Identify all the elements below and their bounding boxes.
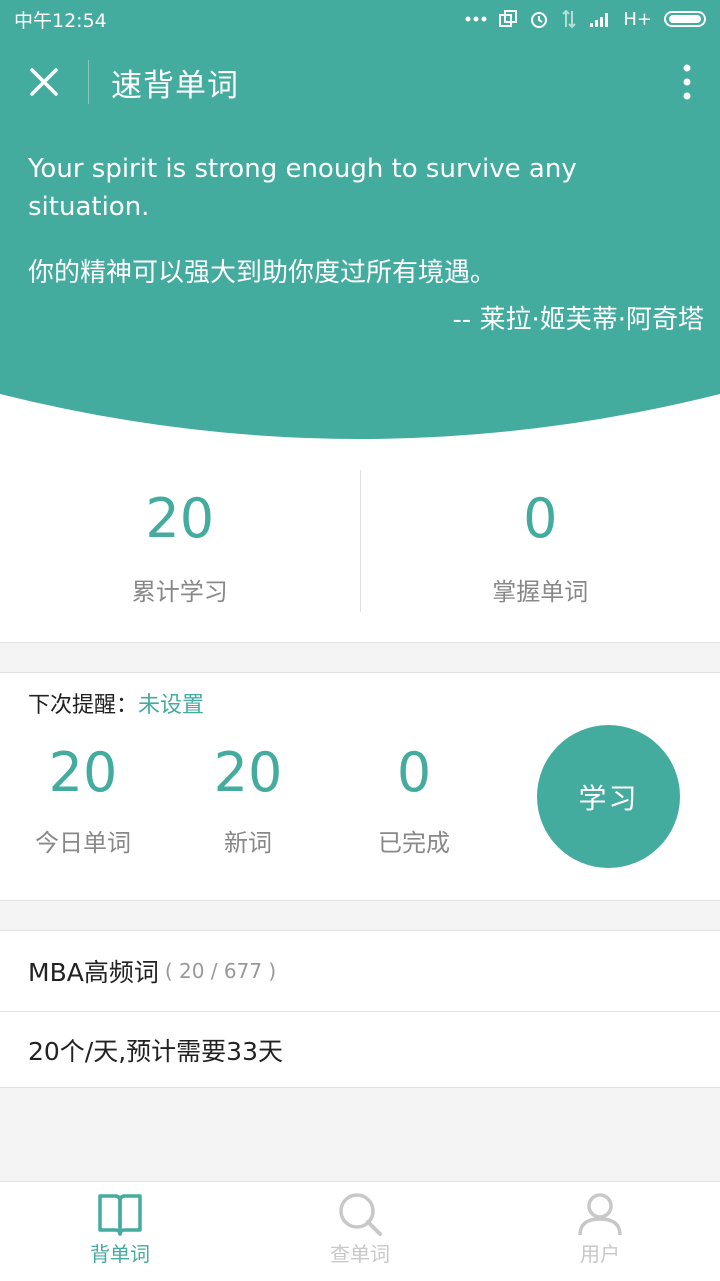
reminder-label: 下次提醒：	[28, 693, 138, 718]
word-book-row[interactable]: MBA高频词 ( 20 / 677 )	[0, 931, 720, 1011]
plan-new-words: 20 新词	[178, 741, 318, 858]
user-icon	[577, 1192, 623, 1236]
stats-panel: 20 累计学习 0 掌握单词	[0, 440, 720, 643]
tab-lookup[interactable]: 查单词	[240, 1182, 480, 1281]
title-bar: 速背单词	[0, 44, 720, 120]
more-menu-button[interactable]	[654, 44, 720, 120]
signal-icon	[589, 11, 611, 27]
study-plan-panel: 下次提醒：未设置 20 今日单词 20 新词 0 已完成 学习	[0, 672, 720, 901]
battery-icon	[664, 11, 706, 27]
header-banner: 中午12:54 H+ 速背单词 Your spirit is strong en…	[0, 0, 720, 440]
plan-today-words: 20 今日单词	[13, 741, 153, 858]
completed-label: 已完成	[344, 823, 484, 858]
more-dots-icon	[465, 15, 487, 23]
total-learned-value: 20	[145, 484, 214, 554]
word-book-name: MBA高频词	[28, 953, 159, 989]
tab-lookup-label: 查单词	[330, 1238, 390, 1267]
tab-memorize-label: 背单词	[90, 1238, 150, 1267]
reminder-value[interactable]: 未设置	[138, 693, 204, 718]
schedule-row[interactable]: 20个/天,预计需要33天	[0, 1011, 720, 1087]
quote-english: Your spirit is strong enough to survive …	[28, 150, 698, 226]
more-vertical-icon	[683, 64, 691, 100]
search-icon	[337, 1192, 383, 1236]
tab-user-label: 用户	[580, 1238, 620, 1267]
book-icon	[97, 1192, 143, 1236]
new-words-value: 20	[178, 741, 318, 805]
status-icons: H+	[465, 9, 706, 30]
schedule-text: 20个/天,预计需要33天	[28, 1032, 283, 1068]
today-words-label: 今日单词	[13, 823, 153, 858]
stat-total-learned: 20 累计学习	[0, 440, 360, 642]
bottom-tab-bar: 背单词 查单词 用户	[0, 1181, 720, 1281]
word-book-panel: MBA高频词 ( 20 / 677 ) 20个/天,预计需要33天	[0, 930, 720, 1088]
mastered-label: 掌握单词	[492, 572, 588, 607]
close-icon	[29, 67, 59, 97]
status-bar: 中午12:54 H+	[0, 0, 720, 38]
quote-author: -- 莱拉·姬芙蒂·阿奇塔	[28, 299, 704, 336]
stat-mastered: 0 掌握单词	[361, 440, 720, 642]
completed-value: 0	[344, 741, 484, 805]
word-book-progress: ( 20 / 677 )	[165, 959, 276, 983]
new-words-label: 新词	[178, 823, 318, 858]
window-icon	[499, 10, 517, 28]
close-button[interactable]	[0, 44, 88, 120]
total-learned-label: 累计学习	[132, 572, 228, 607]
reminder[interactable]: 下次提醒：未设置	[28, 687, 204, 719]
network-type: H+	[623, 9, 652, 30]
tab-user[interactable]: 用户	[480, 1182, 720, 1281]
title-divider	[88, 60, 89, 104]
mastered-value: 0	[523, 484, 557, 554]
status-time: 中午12:54	[14, 6, 107, 33]
daily-quote: Your spirit is strong enough to survive …	[28, 150, 698, 336]
alarm-icon	[529, 9, 549, 29]
data-arrows-icon	[561, 9, 577, 29]
study-button[interactable]: 学习	[537, 725, 680, 868]
today-words-value: 20	[13, 741, 153, 805]
plan-completed: 0 已完成	[344, 741, 484, 858]
quote-chinese: 你的精神可以强大到助你度过所有境遇。	[28, 252, 698, 289]
page-title: 速背单词	[111, 60, 239, 105]
tab-memorize[interactable]: 背单词	[0, 1182, 240, 1281]
